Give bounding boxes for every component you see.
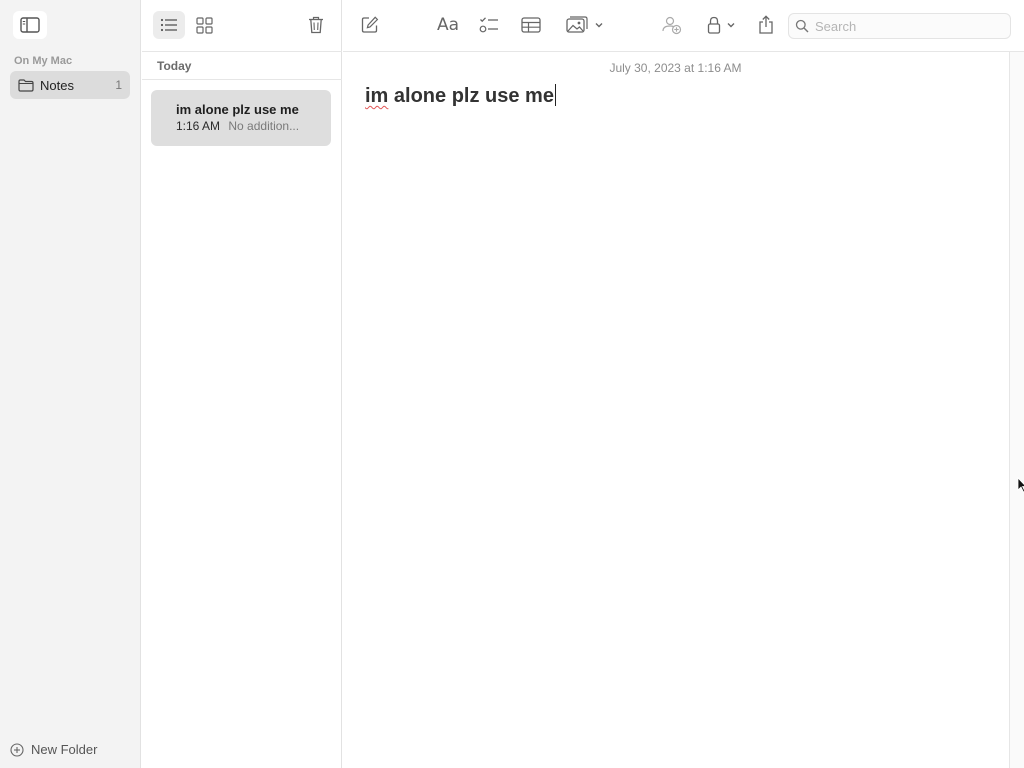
note-heading-text: alone plz use me xyxy=(388,85,554,107)
media-menu-button[interactable] xyxy=(562,11,608,39)
trash-icon xyxy=(309,16,323,34)
collaborate-icon xyxy=(662,16,682,35)
plus-circle-icon xyxy=(10,742,24,757)
note-list-item[interactable]: im alone plz use me 1:16 AM No addition.… xyxy=(151,90,331,146)
collaborate-button[interactable] xyxy=(658,11,686,39)
folder-label: Notes xyxy=(40,77,74,93)
checklist-icon xyxy=(479,17,498,33)
search-icon xyxy=(795,19,809,33)
chevron-down-icon xyxy=(595,23,603,28)
folder-count: 1 xyxy=(115,78,122,92)
text-caret xyxy=(554,84,556,106)
sidebar-item-notes[interactable]: Notes 1 xyxy=(10,71,130,99)
list-view-button[interactable] xyxy=(153,11,185,39)
search-field[interactable] xyxy=(788,13,1011,39)
note-meta: 1:16 AM No addition... xyxy=(176,119,331,133)
compose-icon xyxy=(361,16,379,33)
note-group-header: Today xyxy=(157,59,192,73)
scrollbar-track[interactable] xyxy=(1009,52,1024,768)
note-title: im alone plz use me xyxy=(176,102,299,117)
grid-view-icon xyxy=(195,16,213,34)
editor-toolbar: Aa xyxy=(343,0,1024,52)
checklist-button[interactable] xyxy=(474,11,504,39)
share-button[interactable] xyxy=(752,11,780,39)
note-list-toolbar xyxy=(142,0,342,52)
note-editor: Aa Search July 30, 2023 at 1:16 AM im al… xyxy=(343,0,1024,768)
section-label-on-my-mac: On My Mac xyxy=(14,55,73,67)
share-icon xyxy=(759,15,773,34)
search-input[interactable] xyxy=(815,18,1000,34)
new-note-button[interactable] xyxy=(356,11,384,39)
table-button[interactable] xyxy=(516,11,546,39)
lock-menu-button[interactable] xyxy=(702,11,740,39)
note-date: July 30, 2023 at 1:16 AM xyxy=(609,61,742,75)
note-preview: No addition... xyxy=(228,119,300,133)
sidebar: On My Mac Notes 1 New Folder xyxy=(0,0,141,768)
new-folder-label: New Folder xyxy=(31,742,98,757)
sidebar-toggle-icon xyxy=(20,17,40,33)
mouse-pointer-icon xyxy=(1017,477,1024,493)
table-icon xyxy=(521,17,541,33)
misspelled-word: im xyxy=(365,85,389,107)
divider xyxy=(142,79,342,80)
list-view-icon xyxy=(160,18,177,32)
folder-icon xyxy=(18,77,34,93)
sidebar-toggle-button[interactable] xyxy=(13,11,47,39)
note-body-editor[interactable]: im alone plz use me xyxy=(365,84,556,108)
note-list-column: Today im alone plz use me 1:16 AM No add… xyxy=(142,0,342,768)
photo-icon xyxy=(566,16,588,33)
new-folder-button[interactable]: New Folder xyxy=(10,742,97,757)
note-time: 1:16 AM xyxy=(176,119,221,133)
format-button[interactable]: Aa xyxy=(432,11,464,39)
chevron-down-icon xyxy=(727,23,734,28)
delete-note-button[interactable] xyxy=(300,11,332,39)
gallery-view-button[interactable] xyxy=(188,11,220,39)
lock-icon xyxy=(707,16,720,34)
